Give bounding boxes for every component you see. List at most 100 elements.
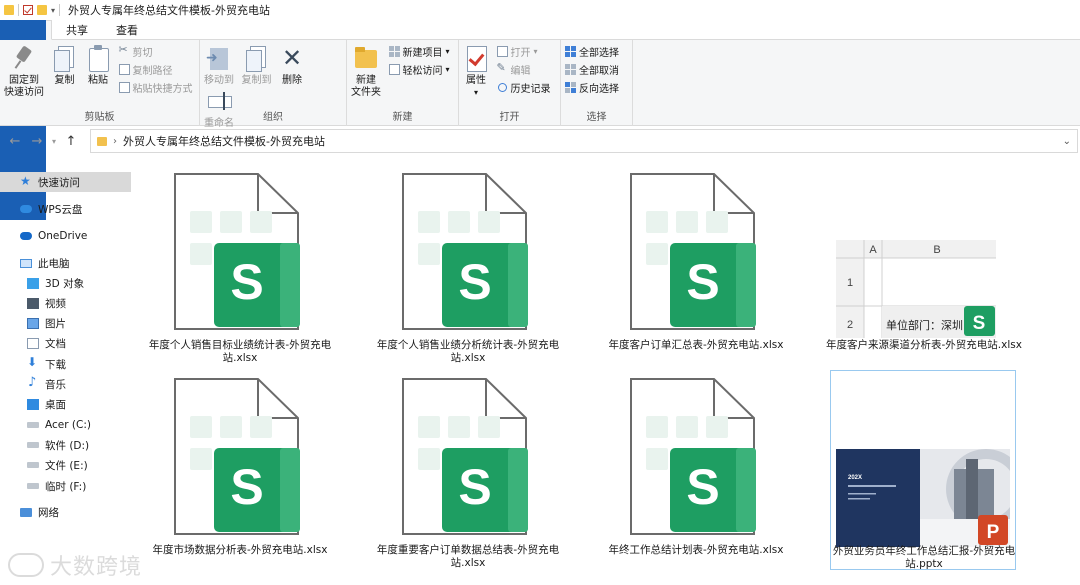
new-folder-quick-icon[interactable] (37, 5, 47, 15)
new-group-label: 新建 (392, 112, 413, 123)
nav-item-label: 图片 (45, 317, 66, 330)
folder-icon (97, 136, 107, 146)
delete-button[interactable]: 删除 (279, 44, 305, 87)
paste-button[interactable]: 粘贴 (85, 44, 111, 87)
back-arrow-icon[interactable]: ← (4, 134, 26, 149)
copy-button[interactable]: 复制 (52, 44, 78, 87)
nav-3d-objects[interactable]: 3D 对象 (0, 273, 84, 293)
paste-shortcut-label: 粘贴快捷方式 (132, 84, 193, 95)
copy-to-label: 复制到 (241, 75, 272, 86)
pin-to-quick-access-button[interactable]: 固定到 快速访问 (4, 44, 44, 99)
nav-item-label: 临时 (F:) (45, 480, 87, 493)
copy-to-button[interactable]: 复制到 (242, 44, 272, 87)
address-dropdown-chevron-icon[interactable]: ⌄ (1063, 136, 1071, 147)
nav-documents[interactable]: 文档 (0, 333, 66, 353)
row-2-header: 2 (847, 319, 853, 331)
properties-icon (463, 44, 489, 72)
select-all-button[interactable]: 全部选择 (565, 44, 619, 59)
invert-selection-button[interactable]: 反向选择 (565, 80, 619, 95)
forward-arrow-icon[interactable]: → (26, 134, 48, 149)
open-button[interactable]: 打开 ▾ (496, 44, 551, 59)
nav-wps-cloud[interactable]: WPS云盘 (0, 199, 82, 219)
move-to-button[interactable]: 移动到 (204, 44, 234, 87)
recent-locations-chevron-icon[interactable]: ▾ (48, 137, 60, 146)
3d-objects-icon (27, 277, 39, 289)
nav-videos[interactable]: 视频 (0, 293, 66, 313)
network-icon (20, 507, 32, 517)
scissors-icon (119, 43, 130, 57)
file-grid: S 年度个人销售目标业绩统计表-外贸充电站.xlsx S 年度个人销售业绩分析统… (140, 165, 1070, 585)
file-item-selected[interactable]: 202X P 外贸业务员年终工作总结汇报-外贸充电站.pptx (830, 370, 1016, 570)
new-folder-icon (353, 44, 379, 72)
nav-item-label: 视频 (45, 297, 66, 310)
history-label: 历史记录 (510, 84, 551, 95)
nav-quick-access[interactable]: 快速访问 (0, 172, 131, 192)
delete-label: 删除 (282, 75, 302, 86)
watermark-text: 大数跨境 (50, 555, 143, 580)
nav-network[interactable]: 网络 (0, 502, 59, 522)
edit-label: 编辑 (510, 66, 531, 77)
select-none-label: 全部取消 (579, 66, 619, 77)
new-item-button[interactable]: 新建项目 ▾ (388, 44, 450, 59)
file-item[interactable]: A B 1 2 单位部门：深圳 S 年度客户来源渠道分析表-外贸充电站.xlsx (824, 165, 1024, 365)
new-folder-button[interactable]: 新建 文件夹 (351, 44, 381, 99)
address-path[interactable]: 外贸人专属年终总结文件模板-外贸充电站 (123, 133, 325, 149)
chevron-down-icon: ▾ (445, 65, 450, 74)
customize-quick-access-chevron-icon[interactable]: ▾ (51, 6, 55, 15)
nav-drive-c[interactable]: Acer (C:) (0, 415, 91, 435)
nav-item-label: 文件 (E:) (45, 459, 88, 472)
onedrive-cloud-icon (20, 232, 32, 240)
spreadsheet-file-icon: S (630, 378, 756, 535)
spreadsheet-file-icon: S (630, 173, 756, 330)
column-b-header: B (933, 244, 940, 256)
nav-onedrive-label: OneDrive (38, 230, 88, 242)
nav-desktop[interactable]: 桌面 (0, 394, 66, 414)
select-none-button[interactable]: 全部取消 (565, 62, 619, 77)
file-item[interactable]: S 年度个人销售业绩分析统计表-外贸充电站.xlsx (368, 165, 568, 365)
cut-button[interactable]: 剪切 (119, 43, 193, 59)
new-folder-line2: 文件夹 (351, 87, 381, 98)
paste-label: 粘贴 (88, 75, 108, 86)
up-arrow-icon[interactable]: ↑ (60, 134, 82, 149)
paste-shortcut-button[interactable]: 粘贴快捷方式 (118, 80, 193, 95)
tab-view[interactable]: 查看 (102, 20, 152, 39)
copy-path-button[interactable]: 复制路径 (118, 62, 193, 77)
file-item[interactable]: S 年度市场数据分析表-外贸充电站.xlsx (140, 370, 340, 570)
select-none-icon (565, 64, 576, 75)
properties-quick-icon[interactable] (23, 5, 33, 15)
navigation-pane: 快速访问 WPS云盘 OneDrive 此电脑 3D 对象 视频 图片 文档 下… (0, 165, 132, 585)
nav-this-pc[interactable]: 此电脑 (0, 253, 70, 273)
history-icon (497, 82, 508, 93)
address-bar[interactable]: › 外贸人专属年终总结文件模板-外贸充电站 ⌄ (90, 129, 1078, 153)
ribbon-tabs: 文件 主页 共享 查看 (0, 20, 1080, 220)
properties-label: 属性 (466, 75, 486, 86)
file-name: 年终工作总结计划表-外贸充电站.xlsx (608, 544, 784, 556)
nav-downloads[interactable]: 下载 (0, 354, 66, 374)
copy-to-icon (244, 44, 270, 72)
file-item[interactable]: S 年度客户订单汇总表-外贸充电站.xlsx (596, 165, 796, 365)
tab-share[interactable]: 共享 (52, 20, 102, 39)
file-item[interactable]: S 年度重要客户订单数据总结表-外贸充电站.xlsx (368, 370, 568, 570)
history-button[interactable]: 历史记录 (497, 80, 551, 95)
file-item[interactable]: S 年度个人销售目标业绩统计表-外贸充电站.xlsx (140, 165, 340, 365)
file-name: 外贸业务员年终工作总结汇报-外贸充电站.pptx (832, 545, 1016, 570)
chevron-right-icon[interactable]: › (113, 136, 117, 147)
nav-quick-access-label: 快速访问 (38, 176, 80, 189)
file-name: 年度个人销售业绩分析统计表-外贸充电站.xlsx (376, 339, 560, 364)
delete-x-icon (279, 44, 305, 72)
music-note-icon (27, 375, 39, 390)
clipboard-group-label: 剪贴板 (84, 112, 115, 123)
nav-drive-e[interactable]: 文件 (E:) (0, 455, 88, 475)
nav-drive-d[interactable]: 软件 (D:) (0, 435, 89, 455)
new-folder-line1: 新建 (356, 75, 376, 86)
ppt-year-text: 202X (848, 475, 862, 481)
file-item[interactable]: S 年终工作总结计划表-外贸充电站.xlsx (596, 370, 796, 570)
edit-button[interactable]: 编辑 (497, 61, 551, 77)
easy-access-button[interactable]: 轻松访问 ▾ (388, 62, 450, 77)
properties-button[interactable]: 属性 ▾ (463, 44, 489, 99)
nav-onedrive[interactable]: OneDrive (0, 226, 87, 246)
nav-music[interactable]: 音乐 (0, 374, 66, 394)
open-group-label: 打开 (499, 112, 520, 123)
nav-drive-f[interactable]: 临时 (F:) (0, 476, 86, 496)
nav-pictures[interactable]: 图片 (0, 313, 66, 333)
